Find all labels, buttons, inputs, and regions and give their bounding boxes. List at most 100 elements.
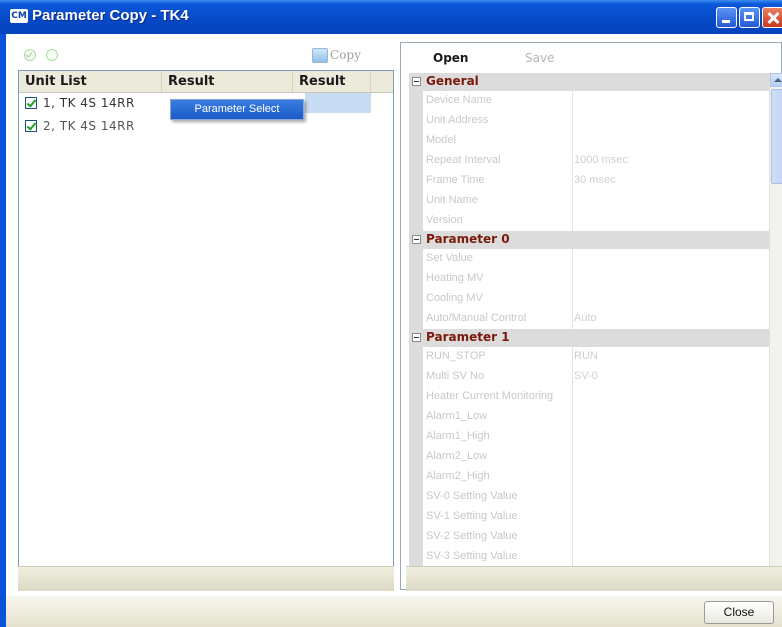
parameter-value: RUN [574, 350, 598, 362]
context-menu-item-parameter-select[interactable]: Parameter Select [170, 99, 304, 120]
row-gutter [409, 289, 423, 309]
unit-label: 2, TK 4S 14RR [43, 119, 135, 133]
parameter-name: Unit Address [426, 114, 489, 126]
parameter-panel: Open Save General Device Name Unit Address… [400, 42, 782, 590]
collapse-icon[interactable] [412, 333, 421, 342]
row-gutter [409, 387, 423, 407]
maximize-button[interactable] [739, 7, 760, 28]
parameter-name: SV-2 Setting Value [426, 530, 518, 542]
parameter-row[interactable]: Version [409, 211, 769, 231]
copy-button[interactable]: Copy [312, 48, 361, 66]
vertical-scrollbar[interactable] [769, 73, 782, 588]
window-title: Parameter Copy - TK4 [32, 7, 189, 24]
parameter-value: Auto [574, 312, 597, 324]
row-gutter [409, 111, 423, 131]
row-gutter [409, 91, 423, 111]
parameter-row[interactable]: Alarm1_High [409, 427, 769, 447]
row-gutter [409, 507, 423, 527]
parameter-row[interactable]: SV-2 Setting Value [409, 527, 769, 547]
scroll-up-button[interactable] [770, 73, 782, 87]
parameter-row[interactable]: Alarm2_High [409, 467, 769, 487]
group-title: Parameter 1 [426, 330, 510, 344]
row-gutter [409, 151, 423, 171]
column-result[interactable]: Result [162, 71, 293, 92]
left-toolbar: Copy [12, 42, 394, 70]
row-gutter [409, 269, 423, 289]
parameter-row[interactable]: Cooling MV [409, 289, 769, 309]
parameter-row[interactable]: Multi SV No SV-0 [409, 367, 769, 387]
parameter-row[interactable]: SV-0 Setting Value [409, 487, 769, 507]
parameter-row[interactable]: RUN_STOP RUN [409, 347, 769, 367]
parameter-row[interactable]: Device Name [409, 91, 769, 111]
unit-list[interactable]: Unit List Result Result 1, TK 4S 14RR 2,… [18, 70, 394, 590]
parameter-row[interactable]: Repeat Interval 1000 msec [409, 151, 769, 171]
row-gutter [409, 467, 423, 487]
parameter-row[interactable]: Alarm1_Low [409, 407, 769, 427]
right-toolbar: Open Save [401, 43, 781, 73]
app-logo-icon: CM [10, 9, 28, 23]
unit-list-panel: Copy Unit List Result Result 1, TK 4S 14… [12, 42, 394, 590]
collapse-icon[interactable] [412, 77, 421, 86]
scroll-thumb[interactable] [771, 89, 782, 184]
parameter-name: Alarm2_High [426, 470, 490, 482]
parameter-name: Cooling MV [426, 292, 483, 304]
save-button[interactable]: Save [525, 51, 554, 65]
title-bar[interactable]: CM Parameter Copy - TK4 [0, 0, 782, 34]
parameter-row[interactable]: SV-1 Setting Value [409, 507, 769, 527]
parameter-name: Device Name [426, 94, 493, 106]
parameter-row[interactable]: Heating MV [409, 269, 769, 289]
parameter-value: 30 msec [574, 174, 616, 186]
open-button[interactable]: Open [433, 51, 468, 65]
uncheck-all-icon[interactable] [46, 49, 58, 61]
parameter-row[interactable]: Set Value [409, 249, 769, 269]
row-gutter [409, 347, 423, 367]
parameter-name: Set Value [426, 252, 473, 264]
parameter-row[interactable]: Alarm2_Low [409, 447, 769, 467]
group-header[interactable]: General [409, 73, 769, 91]
parameter-row[interactable]: Unit Address [409, 111, 769, 131]
group-header[interactable]: Parameter 1 [409, 329, 769, 347]
column-result-2[interactable]: Result [293, 71, 371, 92]
parameter-row[interactable]: Auto/Manual Control Auto [409, 309, 769, 329]
left-status-bar [18, 566, 394, 591]
group-title: Parameter 0 [426, 232, 510, 246]
row-gutter [409, 131, 423, 151]
collapse-icon[interactable] [412, 235, 421, 244]
column-unit-list[interactable]: Unit List [19, 71, 162, 92]
parameter-row[interactable]: Unit Name [409, 191, 769, 211]
parameter-row[interactable]: SV-3 Setting Value [409, 547, 769, 567]
row-gutter [409, 249, 423, 269]
group-header[interactable]: Parameter 0 [409, 231, 769, 249]
unit-checkbox[interactable] [25, 120, 37, 132]
parameter-row[interactable]: Heater Current Monitoring [409, 387, 769, 407]
parameter-name: Heating MV [426, 272, 484, 284]
parameter-name: Alarm2_Low [426, 450, 488, 462]
minimize-button[interactable] [716, 7, 737, 28]
parameter-name: Frame Time [426, 174, 485, 186]
parameter-name: SV-1 Setting Value [426, 510, 518, 522]
unit-checkbox[interactable] [25, 97, 37, 109]
close-button[interactable]: Close [704, 601, 774, 624]
copy-label: Copy [330, 48, 361, 62]
row-gutter [409, 211, 423, 231]
row-gutter [409, 309, 423, 329]
parameter-value: SV-0 [574, 370, 598, 382]
column-divider [572, 347, 573, 567]
parameter-name: Heater Current Monitoring [426, 390, 554, 402]
check-all-icon[interactable] [24, 49, 36, 61]
parameter-name: Unit Name [426, 194, 478, 206]
parameter-name: Multi SV No [426, 370, 485, 382]
parameter-name: Repeat Interval [426, 154, 501, 166]
parameter-row[interactable]: Frame Time 30 msec [409, 171, 769, 191]
parameter-name: SV-0 Setting Value [426, 490, 518, 502]
copy-icon [312, 48, 328, 63]
parameter-name: Alarm1_Low [426, 410, 488, 422]
row-gutter [409, 487, 423, 507]
parameter-row[interactable]: Model [409, 131, 769, 151]
unit-label: 1, TK 4S 14RR [43, 96, 135, 110]
row-gutter [409, 527, 423, 547]
row-gutter [409, 367, 423, 387]
property-grid[interactable]: General Device Name Unit Address Model Repea… [409, 73, 769, 593]
parameter-name: Version [426, 214, 463, 226]
close-window-button[interactable] [762, 7, 782, 28]
